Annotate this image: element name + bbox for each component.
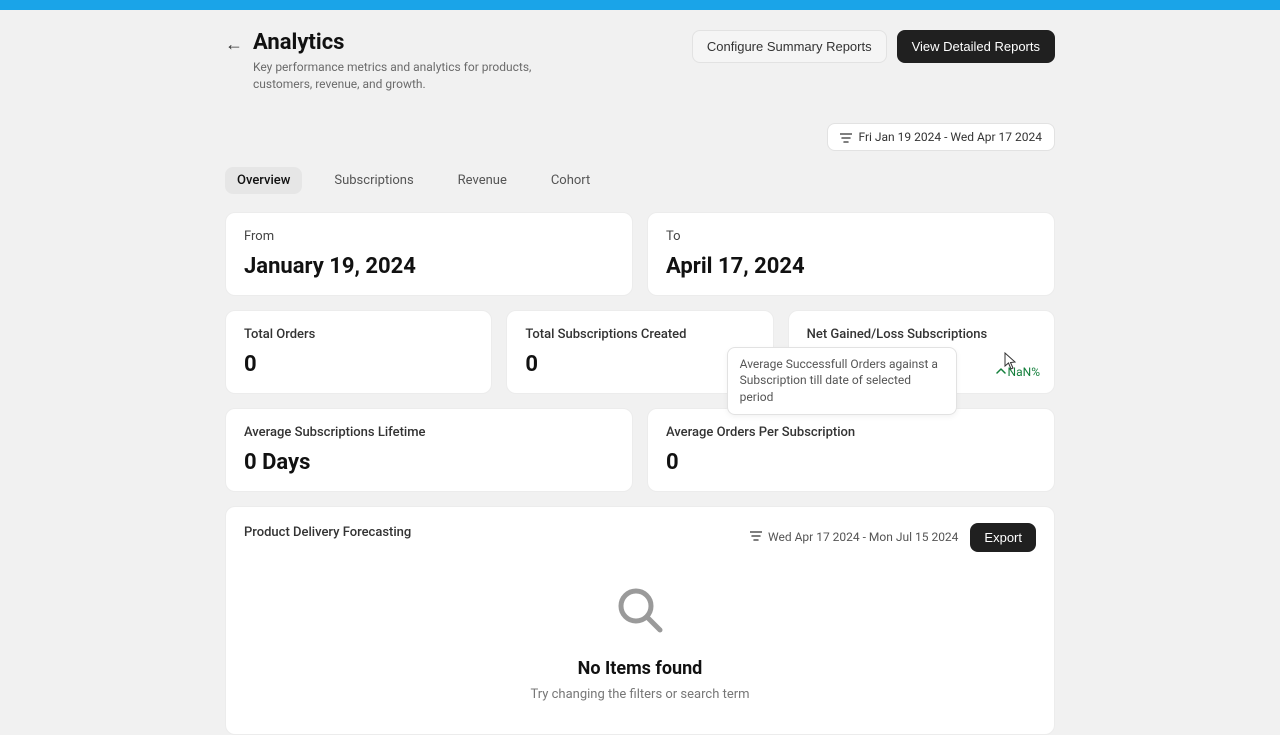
date-range-selector[interactable]: Fri Jan 19 2024 - Wed Apr 17 2024 xyxy=(827,123,1055,151)
tabs: Overview Subscriptions Revenue Cohort xyxy=(225,167,1055,194)
metric-label: Total Orders xyxy=(244,327,473,342)
date-range-text: Fri Jan 19 2024 - Wed Apr 17 2024 xyxy=(858,130,1042,144)
filter-icon xyxy=(840,132,852,142)
metric-value: 0 xyxy=(666,450,1036,475)
tab-overview[interactable]: Overview xyxy=(225,167,302,194)
metric-value: 0 xyxy=(525,352,754,377)
metric-net-gained-loss: Net Gained/Loss Subscriptions 0 NaN% Ave… xyxy=(788,310,1055,394)
metric-value: 0 xyxy=(244,352,473,377)
top-accent-bar xyxy=(0,0,1280,10)
forecast-date-text: Wed Apr 17 2024 - Mon Jul 15 2024 xyxy=(768,530,958,544)
delta-indicator: NaN% xyxy=(996,365,1040,379)
tab-revenue[interactable]: Revenue xyxy=(446,167,519,194)
from-label: From xyxy=(244,229,614,244)
empty-subtitle: Try changing the filters or search term xyxy=(530,687,749,702)
search-icon xyxy=(612,582,668,642)
filter-icon xyxy=(750,530,762,544)
page-header: ← Analytics Key performance metrics and … xyxy=(225,30,1055,93)
to-label: To xyxy=(666,229,1036,244)
configure-reports-button[interactable]: Configure Summary Reports xyxy=(692,30,887,63)
empty-title: No Items found xyxy=(578,658,703,679)
metric-avg-orders-per-sub: Average Orders Per Subscription 0 xyxy=(647,408,1055,492)
page-title: Analytics xyxy=(253,30,593,55)
from-value: January 19, 2024 xyxy=(244,254,614,279)
from-date-card: From January 19, 2024 xyxy=(225,212,633,296)
forecast-card: Product Delivery Forecasting Wed Apr 17 … xyxy=(225,506,1055,735)
metric-label: Average Subscriptions Lifetime xyxy=(244,425,614,440)
tab-cohort[interactable]: Cohort xyxy=(539,167,602,194)
metric-total-orders: Total Orders 0 xyxy=(225,310,492,394)
forecast-title: Product Delivery Forecasting xyxy=(244,525,411,540)
export-button[interactable]: Export xyxy=(970,523,1036,552)
page-subtitle: Key performance metrics and analytics fo… xyxy=(253,59,593,93)
metric-label: Total Subscriptions Created xyxy=(525,327,754,342)
back-arrow-icon[interactable]: ← xyxy=(225,34,243,55)
metric-avg-lifetime: Average Subscriptions Lifetime 0 Days xyxy=(225,408,633,492)
empty-state: No Items found Try changing the filters … xyxy=(244,582,1036,702)
view-detailed-reports-button[interactable]: View Detailed Reports xyxy=(897,30,1055,63)
metric-label: Average Orders Per Subscription xyxy=(666,425,1036,440)
metric-value: 0 Days xyxy=(244,450,614,475)
delta-text: NaN% xyxy=(1008,365,1040,379)
tab-subscriptions[interactable]: Subscriptions xyxy=(322,167,425,194)
forecast-date-range[interactable]: Wed Apr 17 2024 - Mon Jul 15 2024 xyxy=(750,530,958,544)
tooltip: Average Successfull Orders against a Sub… xyxy=(727,347,957,415)
chevron-up-icon xyxy=(996,365,1006,379)
to-date-card: To April 17, 2024 xyxy=(647,212,1055,296)
metric-label: Net Gained/Loss Subscriptions xyxy=(807,327,1036,342)
to-value: April 17, 2024 xyxy=(666,254,1036,279)
